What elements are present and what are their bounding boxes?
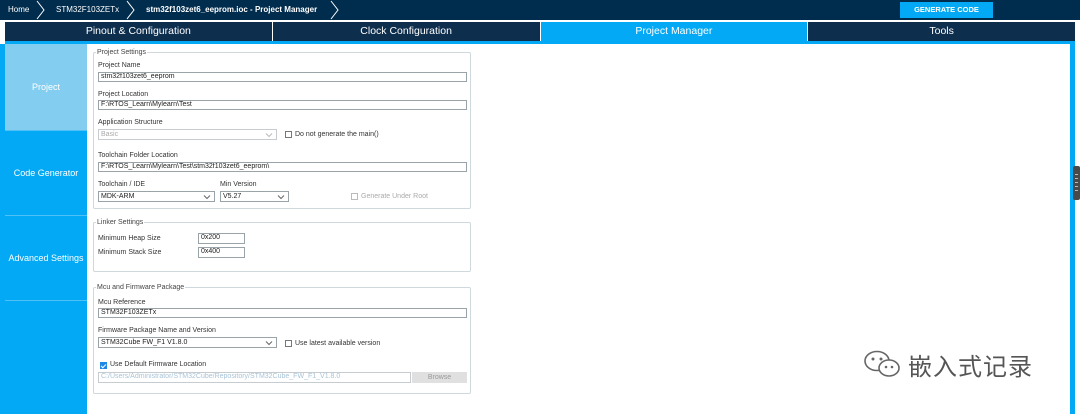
tab-clock[interactable]: Clock Configuration (272, 22, 541, 41)
sidebar-item-advanced-settings[interactable]: Advanced Settings (5, 216, 87, 300)
no-main-label: Do not generate the main() (295, 131, 379, 138)
app-structure-value: Basic (101, 131, 119, 138)
fw-name-label: Firmware Package Name and Version (98, 327, 216, 334)
chevron-down-icon (265, 133, 273, 138)
tab-project-manager[interactable]: Project Manager (540, 22, 809, 41)
watermark: 嵌入式记录 (862, 348, 1033, 381)
chevron-down-icon (203, 195, 211, 200)
generate-under-root-checkbox[interactable] (351, 193, 358, 200)
project-location-label: Project Location (98, 91, 149, 98)
generate-code-button[interactable]: GENERATE CODE (900, 2, 993, 18)
breadcrumb-file[interactable]: stm32f103zet6_eeprom.ioc - Project Manag… (146, 0, 317, 20)
toolchain-ide-label: Toolchain / IDE (98, 181, 146, 188)
app-structure-label: Application Structure (98, 119, 163, 126)
sidebar-divider (5, 300, 87, 301)
firmware-legend: Mcu and Firmware Package (97, 284, 185, 291)
mcu-reference-label: Mcu Reference (98, 299, 146, 306)
chevron-right-icon (330, 0, 339, 20)
app-structure-select[interactable]: Basic (98, 129, 277, 140)
panel-resize-handle[interactable] (1073, 166, 1080, 200)
min-version-value: V5.27 (223, 193, 242, 200)
min-version-select[interactable]: V5.27 (220, 191, 289, 202)
tab-tools[interactable]: Tools (808, 22, 1075, 41)
no-main-checkbox[interactable] (285, 131, 292, 138)
fw-name-value: STM32Cube FW_F1 V1.8.0 (101, 339, 188, 346)
heap-size-label: Minimum Heap Size (98, 235, 161, 242)
toolchain-folder-label: Toolchain Folder Location (98, 152, 178, 159)
toolchain-folder-input[interactable]: F:\RTOS_Learn\Mylearn\Test\stm32f103zet6… (98, 162, 467, 172)
linker-settings-legend: Linker Settings (97, 219, 144, 226)
breadcrumb-mcu[interactable]: STM32F103ZETx (56, 0, 119, 20)
use-latest-checkbox[interactable] (285, 340, 292, 347)
breadcrumb-home[interactable]: Home (8, 0, 29, 20)
chevron-down-icon (277, 195, 285, 200)
sidebar: Project Code Generator Advanced Settings (5, 44, 87, 414)
project-name-input[interactable]: stm32f103zet6_eeprom (98, 72, 467, 82)
mcu-reference-input[interactable]: STM32F103ZETx (98, 308, 467, 318)
min-version-label: Min Version (220, 181, 257, 188)
browse-button[interactable]: Browse (412, 372, 467, 383)
wechat-icon (864, 350, 900, 377)
stack-size-label: Minimum Stack Size (98, 249, 162, 256)
use-default-location-label: Use Default Firmware Location (110, 361, 207, 368)
sidebar-item-project[interactable]: Project (5, 44, 87, 130)
linker-settings-group: Linker Settings (93, 219, 471, 272)
fw-name-select[interactable]: STM32Cube FW_F1 V1.8.0 (98, 337, 277, 348)
breadcrumb: Home STM32F103ZETx stm32f103zet6_eeprom.… (0, 0, 1080, 20)
toolchain-ide-select[interactable]: MDK-ARM (98, 191, 215, 202)
heap-size-input[interactable]: 0x200 (198, 233, 245, 244)
fw-location-input[interactable]: C:/Users/Administrator/STM32Cube/Reposit… (98, 372, 411, 383)
watermark-text: 嵌入式记录 (908, 353, 1033, 381)
tab-pinout[interactable]: Pinout & Configuration (5, 22, 273, 41)
stack-size-input[interactable]: 0x400 (198, 247, 245, 258)
project-name-label: Project Name (98, 62, 141, 69)
chevron-down-icon (265, 341, 273, 346)
sidebar-item-code-generator[interactable]: Code Generator (5, 131, 87, 215)
use-latest-label: Use latest available version (295, 340, 381, 347)
use-default-location-checkbox[interactable] (100, 362, 107, 369)
project-location-input[interactable]: F:\RTOS_Learn\Mylearn\Test (98, 100, 467, 110)
generate-under-root-label: Generate Under Root (361, 193, 428, 200)
chevron-right-icon (36, 0, 45, 20)
toolchain-ide-value: MDK-ARM (101, 193, 135, 200)
chevron-right-icon (126, 0, 135, 20)
project-settings-legend: Project Settings (97, 49, 147, 56)
main-tabs: Pinout & Configuration Clock Configurati… (5, 22, 1075, 41)
